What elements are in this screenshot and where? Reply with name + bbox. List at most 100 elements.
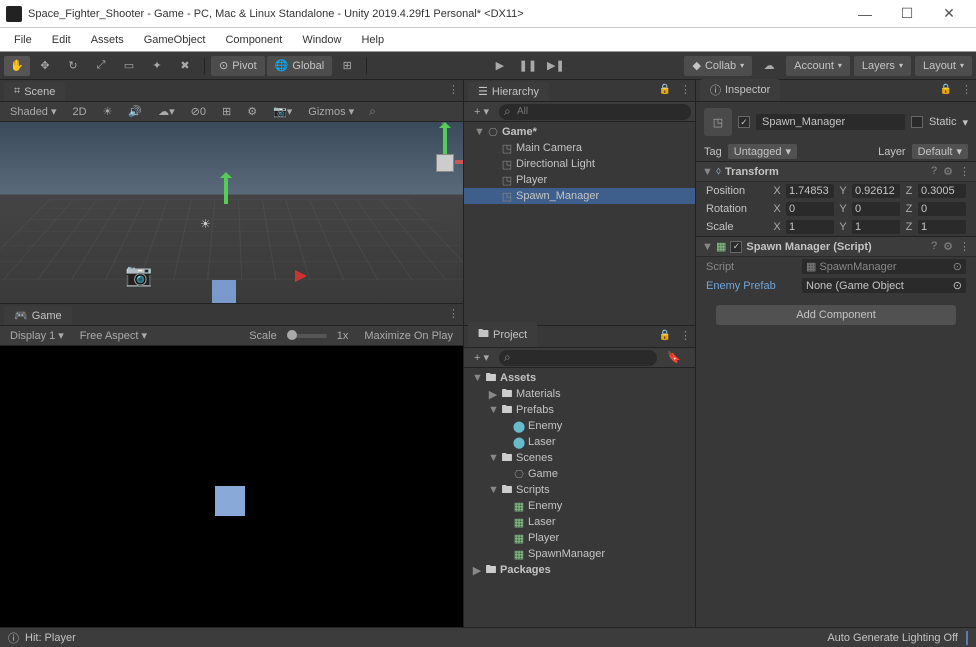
tools-toggle[interactable]: ⚙	[241, 104, 263, 119]
project-filter-icon[interactable]: 🔖	[661, 350, 687, 365]
scale-y-input[interactable]: 1	[852, 220, 900, 234]
project-folder[interactable]: ▶🖿 Materials	[464, 386, 695, 402]
layer-dropdown[interactable]: Default▾	[912, 144, 968, 159]
tab-scene[interactable]: ⌗ Scene	[4, 82, 65, 101]
tab-project[interactable]: 🖿 Project	[468, 322, 537, 347]
play-button[interactable]: ▶	[487, 56, 513, 76]
gameobject-active-checkbox[interactable]	[738, 116, 750, 128]
inspector-lock-icon[interactable]: 🔒	[940, 84, 952, 95]
options-icon[interactable]: ⋮	[959, 240, 970, 253]
project-search-input[interactable]	[499, 350, 657, 366]
camera-toggle[interactable]: 📷▾	[267, 104, 298, 119]
object-picker-icon[interactable]: ⊙	[953, 260, 962, 273]
project-tree[interactable]: ▼🖿 Assets ▶🖿 Materials ▼🖿 Prefabs ⬤ Enem…	[464, 368, 695, 627]
project-prefab[interactable]: ⬤ Laser	[464, 434, 695, 450]
project-prefab[interactable]: ⬤ Enemy	[464, 418, 695, 434]
hierarchy-options-icon[interactable]: ⋮	[680, 83, 691, 96]
hierarchy-item[interactable]: ◳ Directional Light	[464, 156, 695, 172]
scale-slider[interactable]	[287, 334, 327, 338]
pivot-toggle[interactable]: ⊙ Pivot	[211, 56, 265, 76]
menu-assets[interactable]: Assets	[81, 31, 134, 49]
rotation-x-input[interactable]: 0	[786, 202, 834, 216]
menu-edit[interactable]: Edit	[42, 31, 81, 49]
rect-tool[interactable]: ▭	[116, 56, 142, 76]
shading-dropdown[interactable]: Shaded▾	[4, 104, 62, 119]
hand-tool[interactable]: ✋	[4, 56, 30, 76]
add-component-button[interactable]: Add Component	[716, 305, 956, 325]
enemy-prefab-field[interactable]: None (Game Object ⊙	[802, 278, 966, 293]
maximize-toggle[interactable]: Maximize On Play	[358, 329, 459, 343]
transform-header[interactable]: ▼ ⬨ Transform ? ⚙ ⋮	[696, 162, 976, 182]
display-dropdown[interactable]: Display 1▾	[4, 328, 70, 343]
camera-gizmo-icon[interactable]: 📷	[125, 262, 152, 288]
hierarchy-item-selected[interactable]: ◳ Spawn_Manager	[464, 188, 695, 204]
maximize-button[interactable]: ☐	[886, 0, 928, 28]
component-enabled-checkbox[interactable]	[730, 241, 742, 253]
tab-inspector[interactable]: ⓘ Inspector	[700, 79, 780, 101]
close-button[interactable]: ✕	[928, 0, 970, 28]
inspector-options-icon[interactable]: ⋮	[961, 83, 972, 96]
snap-toggle[interactable]: ⊞	[334, 56, 360, 76]
game-options-icon[interactable]: ⋮	[448, 307, 459, 320]
position-x-input[interactable]: 1.74853	[786, 184, 834, 198]
account-dropdown[interactable]: Account▾	[786, 56, 850, 76]
scale-z-input[interactable]: 1	[918, 220, 966, 234]
tab-game[interactable]: 🎮 Game	[4, 306, 72, 325]
layout-dropdown[interactable]: Layout▾	[915, 56, 972, 76]
gameobject-name-field[interactable]: Spawn_Manager	[756, 114, 905, 130]
rotate-tool[interactable]: ↻	[60, 56, 86, 76]
tab-hierarchy[interactable]: ☰ Hierarchy	[468, 82, 549, 101]
global-toggle[interactable]: 🌐 Global	[267, 56, 333, 76]
pause-button[interactable]: ❚❚	[515, 56, 541, 76]
project-script[interactable]: ▦ Laser	[464, 514, 695, 530]
project-folder[interactable]: ▼🖿 Prefabs	[464, 402, 695, 418]
project-script[interactable]: ▦ Player	[464, 530, 695, 546]
hierarchy-add-button[interactable]: + ▾	[468, 104, 495, 119]
script-reference-field[interactable]: ▦ SpawnManager ⊙	[802, 259, 966, 274]
help-icon[interactable]: ?	[931, 165, 937, 178]
rotation-y-input[interactable]: 0	[852, 202, 900, 216]
hierarchy-lock-icon[interactable]: 🔒	[659, 84, 671, 95]
project-options-icon[interactable]: ⋮	[680, 329, 691, 342]
scale-tool[interactable]: ⤢	[88, 56, 114, 76]
static-checkbox[interactable]	[911, 116, 923, 128]
scale-x-input[interactable]: 1	[786, 220, 834, 234]
lighting-toggle[interactable]: ☀	[97, 104, 119, 119]
reset-icon[interactable]: ⚙	[943, 240, 953, 253]
hidden-toggle[interactable]: ⊘0	[185, 104, 212, 119]
gameobject-icon[interactable]: ◳	[704, 108, 732, 136]
project-folder[interactable]: ▼🖿 Scenes	[464, 450, 695, 466]
help-icon[interactable]: ?	[931, 240, 937, 253]
tag-dropdown[interactable]: Untagged▾	[728, 144, 797, 159]
hierarchy-item[interactable]: ◳ Player	[464, 172, 695, 188]
position-z-input[interactable]: 0.3005	[918, 184, 966, 198]
project-script[interactable]: ▦ Enemy	[464, 498, 695, 514]
menu-file[interactable]: File	[4, 31, 42, 49]
audio-toggle[interactable]: 🔊	[122, 104, 148, 119]
move-tool[interactable]: ✥	[32, 56, 58, 76]
project-script[interactable]: ▦ SpawnManager	[464, 546, 695, 562]
2d-toggle[interactable]: 2D	[66, 105, 92, 119]
project-add-button[interactable]: + ▾	[468, 350, 495, 365]
custom-tool[interactable]: ✖	[172, 56, 198, 76]
position-y-input[interactable]: 0.92612	[852, 184, 900, 198]
collab-dropdown[interactable]: ◆Collab▾	[684, 56, 752, 76]
project-folder-packages[interactable]: ▶🖿 Packages	[464, 562, 695, 578]
options-icon[interactable]: ⋮	[959, 165, 970, 178]
hierarchy-scene-row[interactable]: ▼ ⎔ Game*	[464, 124, 695, 140]
menu-component[interactable]: Component	[215, 31, 292, 49]
project-folder-assets[interactable]: ▼🖿 Assets	[464, 370, 695, 386]
menu-gameobject[interactable]: GameObject	[134, 31, 216, 49]
object-picker-icon[interactable]: ⊙	[953, 279, 962, 292]
minimize-button[interactable]: —	[844, 0, 886, 28]
fx-toggle[interactable]: ☁▾	[152, 104, 181, 119]
hierarchy-search-input[interactable]	[499, 104, 691, 120]
cloud-button[interactable]: ☁	[756, 56, 782, 76]
hierarchy-tree[interactable]: ▼ ⎔ Game* ◳ Main Camera ◳ Directional Li…	[464, 122, 695, 325]
light-gizmo-icon[interactable]: ☀	[200, 217, 211, 231]
game-view[interactable]	[0, 346, 463, 627]
static-dropdown-icon[interactable]: ▾	[962, 116, 968, 129]
scene-options-icon[interactable]: ⋮	[448, 83, 459, 96]
project-lock-icon[interactable]: 🔒	[659, 330, 671, 341]
transform-tool[interactable]: ✦	[144, 56, 170, 76]
